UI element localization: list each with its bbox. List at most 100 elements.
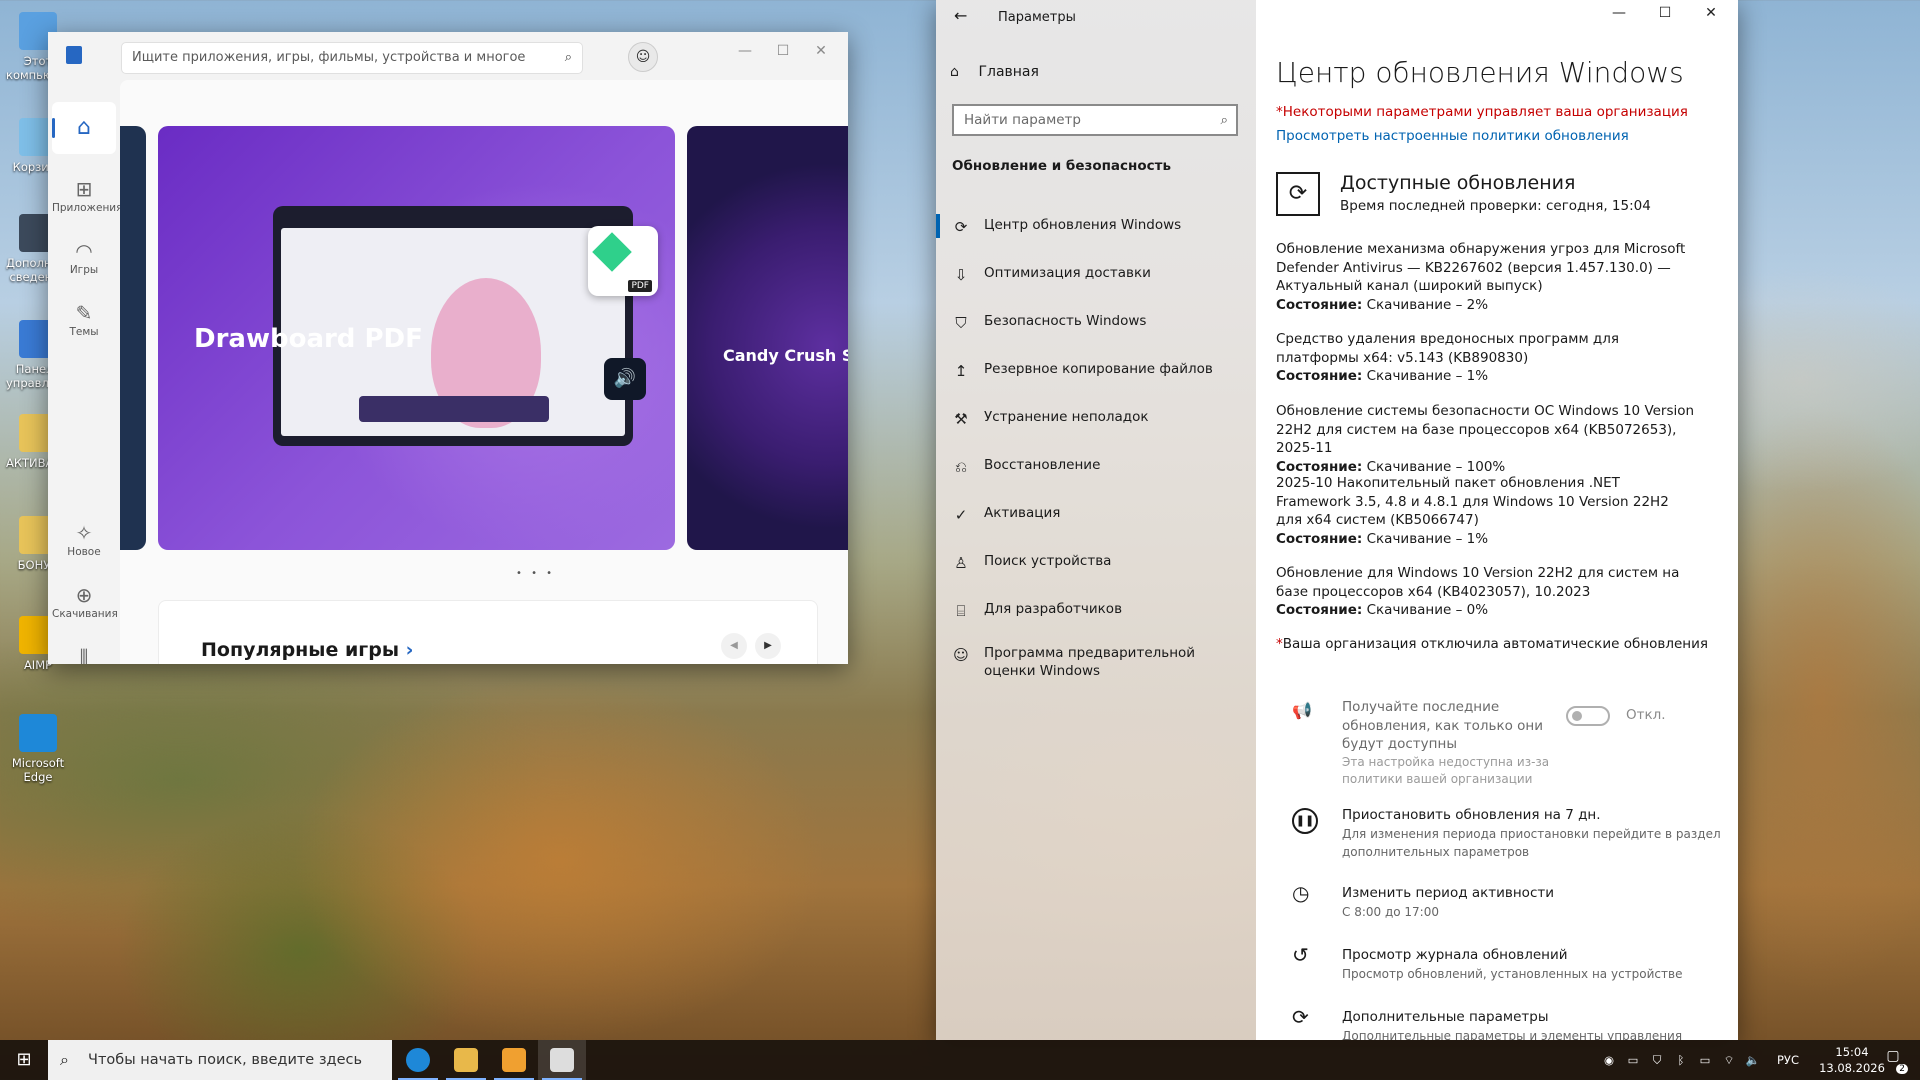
chevron-right-icon: › [405,639,414,661]
store-search-input[interactable]: Ищите приложения, игры, фильмы, устройст… [121,42,583,95]
hero-card-candy-crush[interactable]: Candy Crush Saga [687,126,848,550]
store-nav-home[interactable]: ⌂ [52,102,116,154]
store-nav-apps[interactable]: ⊞ Приложения [52,176,122,214]
settings-home-link[interactable]: ⌂ Главная [950,64,1039,80]
settings-nav-item[interactable]: ♙ Поиск устройства [936,540,1256,584]
store-sidebar: ⌂ ⊞ Приложения ◠ Игры ✎ Темы ✧ Новое ⊕ Скачивания ⫴… [48,80,122,664]
update-status: Состояние: Скачивание – 2% [1276,296,1696,315]
bluetooth-icon[interactable]: ᛒ [1672,1040,1690,1080]
update-status-label: Состояние: [1276,530,1363,547]
option-title: Просмотр журнала обновлений [1342,947,1568,963]
store-nav-library[interactable]: ⫴Библиотека [52,644,116,664]
minimize-button[interactable]: — [728,38,762,66]
settings-window: ← Параметры ⌂ Главная Найти параметр ⌕ О… [936,0,1738,1040]
clock-date: 13.08.2026 [1819,1061,1885,1075]
store-nav-downloads[interactable]: ⊕ Скачивания [52,582,118,620]
advanced-icon: ⟳ [1292,1005,1309,1029]
desktop-icon-image [19,714,57,752]
option-title: Дополнительные параметры [1342,1009,1549,1025]
refresh-icon: ⟳ [954,218,968,236]
store-titlebar: Ищите приложения, игры, фильмы, устройст… [48,32,848,95]
desktop-icon-label: Microsoft Edge [11,756,65,784]
hero-prev-card[interactable] [120,126,146,550]
update-status-label: Состояние: [1276,368,1363,384]
account-avatar-icon[interactable]: ☺ [628,42,658,72]
home-icon: ⌂ [950,64,959,80]
taskbar-clock[interactable]: 15:04 13.08.2026 [1816,1044,1888,1076]
settings-nav-item[interactable]: ☺ Программа предварительной оценки Window… [936,632,1256,688]
network-status-icon[interactable]: ◉ [1600,1040,1618,1080]
store-nav-gamepad[interactable]: ◠ Игры [52,238,116,276]
available-updates-title: Доступные обновления [1340,172,1576,194]
popular-games-title[interactable]: Популярные игры › [201,639,413,661]
update-name: Обновление механизма обнаружения угроз д… [1276,241,1686,294]
settings-nav-label: Программа предварительной оценки Windows [984,645,1196,679]
maximize-button[interactable]: ☐ [1648,0,1682,28]
maximize-button[interactable]: ☐ [766,38,800,66]
search-icon[interactable]: ⌕ [565,43,572,73]
settings-nav-item[interactable]: ⎌ Восстановление [936,444,1256,488]
store-logo-icon [66,46,82,64]
view-policies-link[interactable]: Просмотреть настроенные политики обновле… [1276,128,1629,144]
settings-nav-item[interactable]: ⚒ Устранение неполадок [936,396,1256,440]
update-status-value: Скачивание – 2% [1366,296,1489,313]
taskbar-explorer-button[interactable] [442,1040,490,1080]
option-title: Изменить период активности [1342,885,1555,901]
language-indicator[interactable]: РУС [1770,1040,1806,1080]
desktop-icon[interactable]: Microsoft Edge [6,714,70,784]
minimize-button[interactable]: — [1602,0,1636,28]
back-arrow-icon[interactable]: ← [954,6,967,25]
developer-icon: ⌸ [956,602,966,620]
settings-nav-item[interactable]: ↥ Резервное копирование файлов [936,348,1256,392]
settings-nav-item[interactable]: ⇩ Оптимизация доставки [936,252,1256,296]
settings-nav-item[interactable]: ⛉ Безопасность Windows [936,300,1256,344]
taskbar-edge-button[interactable] [394,1040,442,1080]
carousel-prev-button[interactable]: ◀ [721,633,747,659]
folder-icon [454,1047,478,1072]
keyboard-icon[interactable]: ▭ [1624,1040,1642,1080]
taskbar: ⊞ ⌕ Чтобы начать поиск, введите здесь за… [0,1040,1920,1080]
clock-time: 15:04 [1835,1045,1869,1059]
update-name: Обновление для Windows 10 Version 22H2 д… [1276,565,1680,600]
settings-nav-label: Безопасность Windows [984,313,1147,329]
settings-nav-label: Устранение неполадок [984,409,1149,425]
settings-nav-item[interactable]: ⌸ Для разработчиков [936,588,1256,632]
whatsnew-icon: ✧ [75,521,93,545]
volume-icon[interactable]: 🔈 [1744,1040,1762,1080]
update-status-value: Скачивание – 1% [1366,530,1489,547]
security-icon[interactable]: ⛉ [1648,1040,1666,1080]
store-nav-whatsnew[interactable]: ✧ Новое [52,520,116,558]
carousel-next-button[interactable]: ▶ [755,633,781,659]
close-button[interactable]: ✕ [1694,0,1728,28]
pdf-badge-label: PDF [628,280,652,292]
latest-updates-toggle[interactable] [1566,706,1610,726]
settings-nav-label: Резервное копирование файлов [984,361,1213,377]
settings-nav-item[interactable]: ✓ Активация [936,492,1256,536]
settings-nav-item[interactable]: ⟳ Центр обновления Windows [936,204,1256,248]
battery-icon[interactable]: ▭ [1696,1040,1714,1080]
taskbar-settings-button[interactable] [538,1040,586,1080]
close-button[interactable]: ✕ [804,38,838,66]
store-nav-label: Игры [69,264,99,276]
store-nav-brush[interactable]: ✎ Темы [52,300,116,338]
settings-search-input[interactable]: Найти параметр ⌕ [952,104,1238,136]
page-title: Центр обновления Windows [1276,56,1684,89]
megaphone-icon: 📢 [1292,701,1312,720]
microsoft-store-window: Ищите приложения, игры, фильмы, устройст… [48,32,848,664]
apps-icon: ⊞ [75,177,93,201]
tablet-toolbar [359,396,549,422]
update-name: Средство удаления вредоносных программ д… [1276,331,1620,366]
home-label: Главная [978,64,1039,80]
home-icon: ⌂ [77,115,91,140]
hero-card-drawboard[interactable]: Drawboard PDF PDF 🔊 [158,126,675,550]
start-button[interactable]: ⊞ [0,1040,48,1080]
wifi-icon[interactable]: ⌔ [1720,1040,1738,1080]
speaker-icon[interactable]: 🔊 [604,358,646,400]
taskbar-search-box[interactable]: ⌕ Чтобы начать поиск, введите здесь запр… [48,1040,392,1080]
notifications-icon[interactable]: ▢ 2 [1880,1048,1908,1074]
taskbar-store-button[interactable] [490,1040,538,1080]
settings-category-heading: Обновление и безопасность [952,158,1171,174]
option-text: Приостановить обновления на 7 дн. Для изм… [1342,806,1722,861]
option-title: Приостановить обновления на 7 дн. [1342,807,1601,823]
carousel-dots[interactable]: • • • [516,568,555,579]
